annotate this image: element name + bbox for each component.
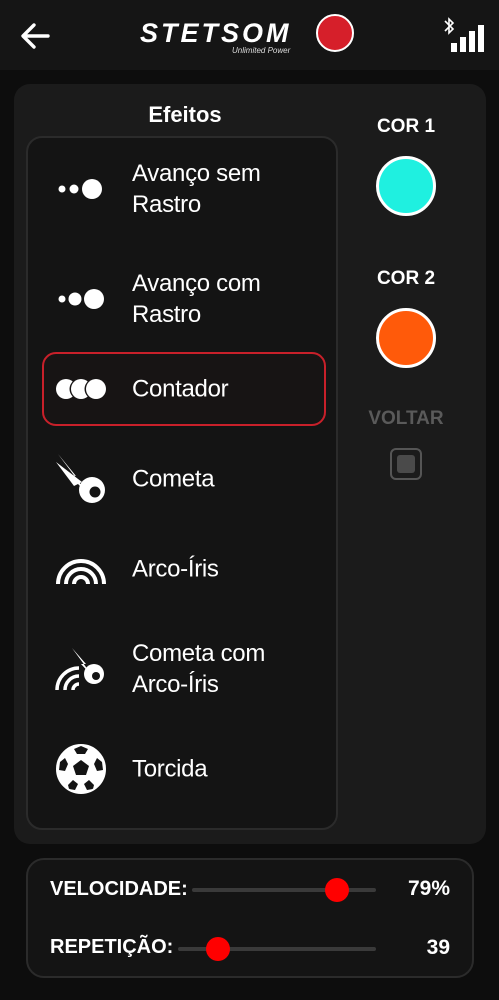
sliders-panel: VELOCIDADE: 79% REPETIÇÃO: 39 — [26, 858, 474, 978]
effect-avanco-sem-rastro[interactable]: Avanço sem Rastro — [42, 152, 326, 226]
effect-label: Contador — [132, 375, 229, 403]
repeticao-slider-thumb[interactable] — [205, 937, 230, 961]
voltar-label: VOLTAR — [368, 408, 444, 429]
color-swatch-cor2[interactable] — [376, 308, 436, 368]
color-swatch-cor1[interactable] — [376, 156, 436, 216]
dots-advance-icon — [58, 179, 102, 199]
effect-arco-iris[interactable]: Arco-Íris — [42, 532, 326, 606]
rainbow-icon — [56, 559, 106, 585]
effect-label: Arco-Íris — [132, 555, 219, 583]
effect-cometa[interactable]: Cometa — [42, 442, 326, 516]
velocidade-slider[interactable] — [192, 878, 376, 902]
repeticao-slider[interactable] — [178, 937, 376, 961]
cor2-label: COR 2 — [376, 268, 436, 289]
effect-contador[interactable]: Contador — [42, 352, 326, 426]
arrow-left-icon[interactable] — [18, 18, 54, 54]
velocidade-label: VELOCIDADE: — [50, 878, 188, 900]
stetsom-logo: STETSOM Unlimited Power — [140, 12, 360, 60]
soccer-ball-icon — [56, 744, 106, 794]
logo-tagline: Unlimited Power — [232, 46, 291, 55]
velocidade-value: 79% — [407, 877, 450, 900]
effect-avanco-com-rastro[interactable]: Avanço com Rastro — [42, 262, 326, 336]
effect-cometa-arco-iris[interactable]: Cometa com Arco-Íris — [42, 632, 326, 706]
effects-list: Avanço sem Rastro Avanço com Rastro Cont… — [26, 136, 338, 830]
logo-text: STETSOM — [140, 18, 292, 48]
velocidade-slider-thumb[interactable] — [325, 878, 350, 902]
effect-label: Avanço sem Rastro — [132, 160, 261, 218]
dots-trail-icon — [58, 289, 104, 309]
effects-title: Efeitos — [148, 102, 222, 127]
effect-label: Avanço com Rastro — [132, 270, 261, 328]
comet-rainbow-icon — [55, 648, 104, 691]
cor1-label: COR 1 — [376, 116, 436, 137]
effect-label: Torcida — [132, 755, 208, 783]
effect-label: Cometa com Arco-Íris — [132, 640, 266, 698]
repeticao-value: 39 — [426, 936, 450, 959]
signal-bars-icon — [451, 25, 484, 52]
effect-label: Cometa — [132, 465, 215, 493]
top-bar: STETSOM Unlimited Power — [0, 0, 499, 70]
counter-circles-icon — [56, 378, 106, 400]
repeticao-label: REPETIÇÃO: — [50, 936, 174, 958]
effect-torcida[interactable]: Torcida — [42, 732, 326, 806]
comet-icon — [56, 454, 105, 503]
logo-emblem — [316, 14, 354, 52]
voltar-checkbox[interactable] — [390, 448, 422, 480]
